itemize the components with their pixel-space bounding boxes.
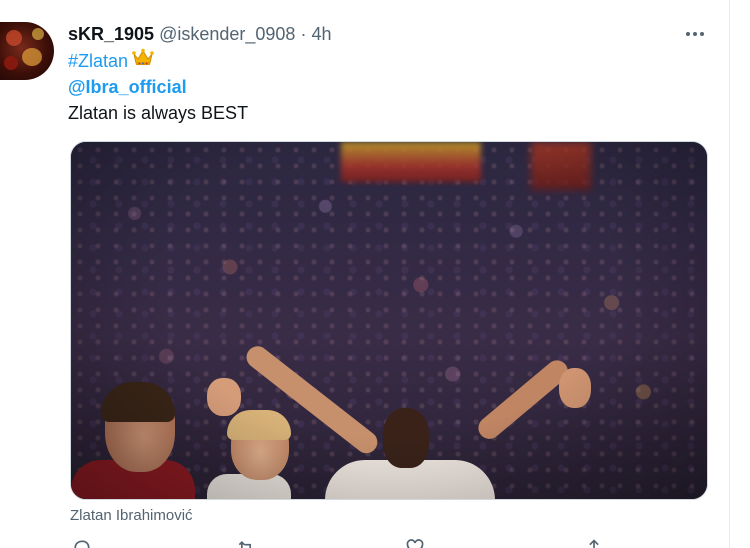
tweet-text: Zlatan is always BEST	[68, 103, 249, 123]
action-bar	[0, 536, 729, 548]
timestamp[interactable]: 4h	[311, 24, 331, 44]
mention-link[interactable]: @Ibra_official	[68, 77, 187, 97]
hashtag-line: #Zlatan	[68, 48, 154, 73]
share-icon	[589, 539, 599, 548]
display-name[interactable]: sKR_1905	[68, 24, 154, 44]
user-handle[interactable]: @iskender_0908	[159, 24, 295, 44]
heart-icon	[406, 539, 424, 548]
reply-icon	[74, 540, 90, 548]
tweet-photo[interactable]	[70, 141, 708, 500]
share-button[interactable]	[584, 536, 604, 548]
more-options-button[interactable]	[682, 24, 708, 44]
tweet-header: sKR_1905 @iskender_0908 · 4h	[68, 22, 332, 46]
media-tag-caption[interactable]: Zlatan Ibrahimović	[70, 506, 193, 526]
separator-dot: ·	[300, 24, 307, 44]
mention-line: @Ibra_official	[68, 75, 187, 99]
column-divider	[729, 0, 730, 548]
reply-button[interactable]	[72, 536, 92, 548]
like-button[interactable]	[405, 536, 425, 548]
retweet-button[interactable]	[236, 536, 256, 548]
avatar[interactable]	[0, 22, 54, 80]
retweet-icon	[238, 540, 251, 548]
tweet[interactable]: sKR_1905 @iskender_0908 · 4h #Zlatan @Ib…	[0, 0, 729, 548]
hashtag-link[interactable]: #Zlatan	[68, 51, 128, 71]
crown-icon	[132, 48, 154, 72]
